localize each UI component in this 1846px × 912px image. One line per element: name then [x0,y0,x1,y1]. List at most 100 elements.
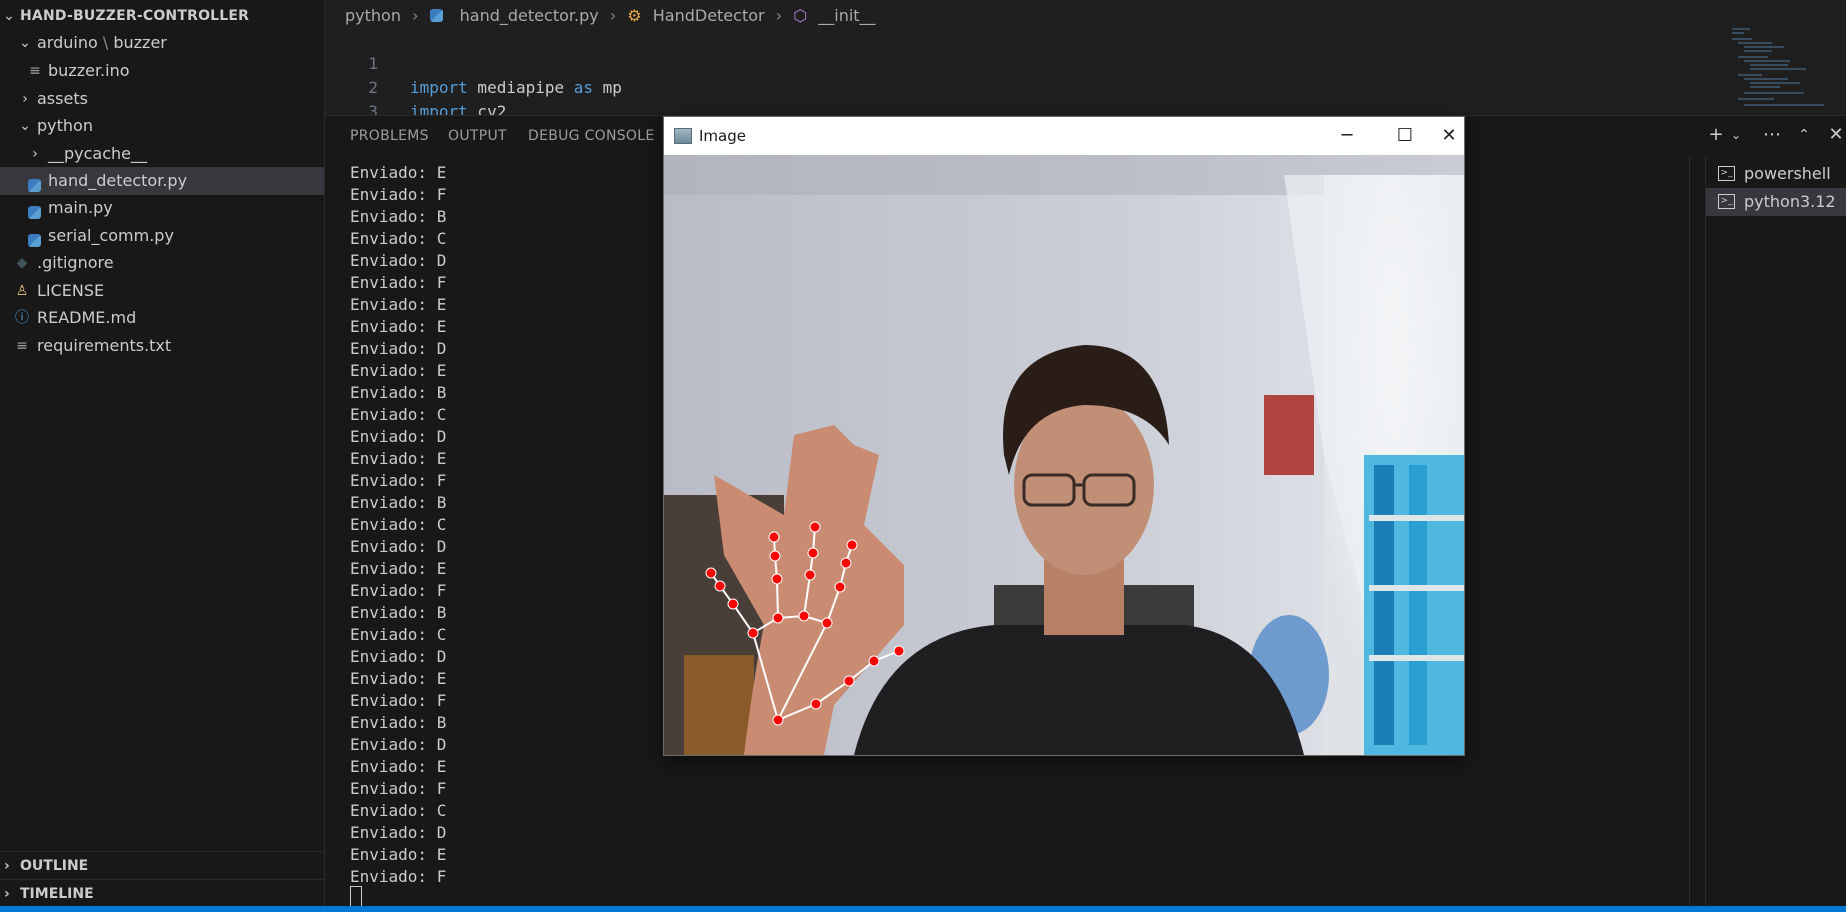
chevron-right-icon: › [609,6,617,25]
breadcrumb-item[interactable]: python [345,6,401,25]
tree-item-requirements[interactable]: ≡ requirements.txt [0,332,324,360]
new-terminal-plus-icon[interactable]: + [1705,124,1727,146]
more-actions-icon[interactable]: ⋯ [1761,124,1783,146]
terminal-line: Enviado: D [350,427,447,446]
image-app-icon [674,128,692,144]
code-line: 3 [325,76,1325,121]
terminal-line: Enviado: B [350,713,447,732]
maximize-button[interactable]: ☐ [1376,117,1434,155]
window-title: Image [699,127,746,145]
tree-item-pycache[interactable]: › __pycache__ [0,140,324,168]
explorer-root[interactable]: ⌄ HAND-BUZZER-CONTROLLER [0,2,324,30]
code-editor[interactable]: python › hand_detector.py › ⚙ HandDetect… [325,0,1846,169]
tree-item-label: buzzer [113,33,167,52]
hand-connection [776,578,779,619]
info-icon: ⓘ [15,310,29,326]
maximize-panel-icon[interactable]: ⌃ [1793,124,1815,146]
terminal-item-python[interactable]: >_ python3.12 [1706,188,1846,216]
terminal-line: Enviado: F [350,779,447,798]
terminal-line: Enviado: C [350,801,447,820]
status-bar [0,906,1846,912]
tree-item-label: LICENSE [37,281,105,300]
terminal-line: Enviado: E [350,669,447,688]
tree-item-assets[interactable]: › assets [0,85,324,113]
tree-item-readme[interactable]: ⓘ README.md [0,304,324,332]
class-symbol-icon: ⚙ [627,6,642,25]
tab-problems[interactable]: PROBLEMS [350,116,429,156]
hand-landmark [807,547,819,559]
terminal-line: Enviado: E [350,317,447,336]
terminal-scrollbar[interactable] [1689,156,1704,907]
file-lines-icon: ≡ [29,63,41,79]
terminal-line: Enviado: D [350,339,447,358]
chevron-down-icon: ⌄ [19,35,31,51]
license-icon: ♙ [15,283,29,299]
hand-landmark [834,581,846,593]
close-panel-icon[interactable]: ✕ [1825,124,1846,146]
terminal-line: Enviado: D [350,251,447,270]
terminal-line: Enviado: C [350,229,447,248]
tab-output[interactable]: OUTPUT [448,116,507,156]
code-line: 2 import cv2 [325,52,1325,121]
hand-landmark [868,655,880,667]
chevron-down-icon[interactable]: ⌄ [1725,124,1747,146]
hand-landmark [747,627,759,639]
terminal-line: Enviado: D [350,647,447,666]
hand-landmark [768,531,780,543]
terminal-item-powershell[interactable]: >_ powershell [1706,160,1846,188]
breadcrumb-item[interactable]: hand_detector.py [460,6,599,25]
tree-item-gitignore[interactable]: ◆ .gitignore [0,249,324,277]
explorer-root-title: HAND-BUZZER-CONTROLLER [20,8,250,24]
breadcrumb-item[interactable]: HandDetector [653,6,765,25]
terminal-line: Enviado: F [350,691,447,710]
hand-landmark [804,569,816,581]
section-title: OUTLINE [20,858,89,874]
tree-item-label: buzzer.ino [48,61,130,80]
breadcrumb-item[interactable]: __init__ [818,6,875,25]
outline-section[interactable]: › OUTLINE [0,851,324,880]
tree-item-hand-detector[interactable]: hand_detector.py [0,167,324,195]
terminal-icon: >_ [1718,194,1735,209]
terminal-line: Enviado: C [350,625,447,644]
terminal-line: Enviado: F [350,867,447,886]
tab-debug-console[interactable]: DEBUG CONSOLE [528,116,655,156]
terminal-cursor [350,886,362,908]
tree-item-serial-comm[interactable]: serial_comm.py [0,222,324,250]
timeline-section[interactable]: › TIMELINE [0,879,324,908]
chevron-right-icon: › [775,6,783,25]
minimize-button[interactable]: ─ [1318,117,1376,155]
terminal-line: Enviado: D [350,537,447,556]
hand-landmark [772,714,784,726]
method-symbol-icon: ⬡ [793,6,808,25]
tree-item-buzzer-ino[interactable]: ≡ buzzer.ino [0,57,324,85]
tree-item-python[interactable]: ⌄ python [0,112,324,140]
image-window[interactable]: Image ─ ☐ ✕ [663,116,1465,756]
chevron-right-icon: › [32,146,38,162]
chevron-right-icon: › [412,6,419,25]
hand-landmark [846,539,858,551]
tree-item-label: requirements.txt [37,336,172,355]
tree-item-arduino-buzzer[interactable]: ⌄ arduino \ buzzer [0,29,324,57]
window-titlebar[interactable]: Image ─ ☐ ✕ [664,117,1464,155]
minimap[interactable] [1728,24,1838,114]
terminal-line: Enviado: C [350,405,447,424]
hand-landmark [840,557,852,569]
tree-item-main-py[interactable]: main.py [0,194,324,222]
python-file-icon [26,194,42,222]
terminal-line: Enviado: C [350,515,447,534]
chevron-down-icon: ⌄ [3,8,15,24]
terminal-line: Enviado: B [350,493,447,512]
terminal-line: Enviado: B [350,207,447,226]
terminal-line: Enviado: E [350,449,447,468]
section-title: TIMELINE [20,886,94,902]
tree-item-license[interactable]: ♙ LICENSE [0,277,324,305]
terminal-line: Enviado: E [350,361,447,380]
hand-landmark [798,610,810,622]
close-button[interactable]: ✕ [1434,117,1464,155]
chevron-right-icon: › [4,886,10,902]
hand-landmark [769,550,781,562]
terminal-line: Enviado: F [350,185,447,204]
terminal-line: Enviado: E [350,295,447,314]
hand-landmark [772,612,784,624]
python-file-icon [26,167,42,195]
